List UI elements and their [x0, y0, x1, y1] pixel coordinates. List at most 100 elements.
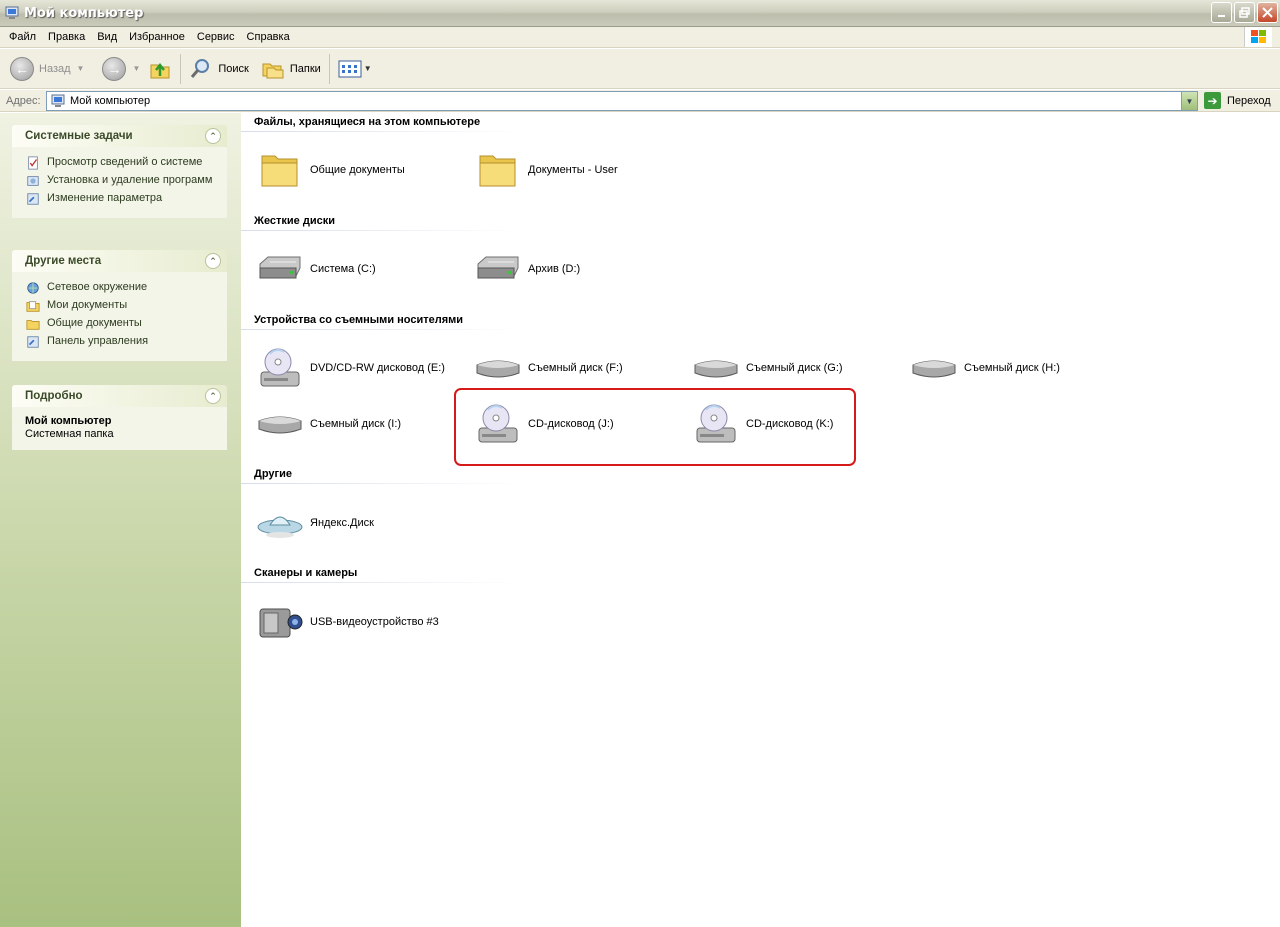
hard-drive-icon: [256, 245, 304, 293]
search-icon: [191, 58, 210, 78]
item-drive-d[interactable]: Архив (D:): [474, 245, 580, 293]
up-folder-button[interactable]: [144, 52, 176, 86]
place-label: Мои документы: [47, 299, 128, 311]
item-drive-e[interactable]: DVD/CD-RW дисковод (E:): [256, 344, 445, 392]
details-type: Системная папка: [25, 428, 114, 440]
removable-disk-icon: [256, 400, 304, 448]
item-label: Система (C:): [310, 263, 376, 275]
item-label: Съемный диск (F:): [528, 362, 623, 374]
place-network[interactable]: Сетевое окружение: [25, 281, 217, 295]
group-header-scanners: Сканеры и камеры: [254, 567, 358, 579]
collapse-icon[interactable]: ⌃: [205, 388, 221, 404]
network-icon: [27, 282, 39, 294]
item-shared-documents[interactable]: Общие документы: [256, 146, 405, 194]
add-remove-programs-icon: [27, 176, 39, 186]
place-control-panel[interactable]: Панель управления: [25, 335, 217, 349]
folder-icon: [474, 146, 522, 194]
place-shared-documents[interactable]: Общие документы: [25, 317, 217, 331]
group-divider: [241, 483, 521, 484]
my-computer-small-icon: [51, 94, 65, 107]
go-button[interactable]: ➔ Переход: [1204, 92, 1271, 109]
menu-edit[interactable]: Правка: [42, 27, 91, 48]
other-places-title: Другие места: [25, 255, 102, 267]
group-header-other: Другие: [254, 468, 292, 480]
place-label: Общие документы: [47, 317, 142, 329]
group-header-removable: Устройства со съемными носителями: [254, 314, 464, 326]
item-drive-c[interactable]: Система (C:): [256, 245, 376, 293]
toolbar: ← Назад ▼ → ▼ Поиск Папки ▼: [0, 49, 1280, 89]
details-panel: Подробно ⌃ Мой компьютер Системная папка: [12, 385, 227, 450]
search-button[interactable]: Поиск: [185, 52, 252, 86]
menu-help[interactable]: Справка: [241, 27, 296, 48]
removable-disk-icon: [910, 344, 958, 392]
close-button[interactable]: [1257, 2, 1278, 23]
address-input[interactable]: Мой компьютер ▼: [46, 91, 1198, 111]
item-user-documents[interactable]: Документы - User: [474, 146, 618, 194]
menu-file[interactable]: Файл: [0, 27, 42, 48]
my-documents-icon: [26, 301, 40, 312]
group-header-hard-disks: Жесткие диски: [254, 215, 335, 227]
address-value: Мой компьютер: [70, 95, 151, 107]
item-label: Съемный диск (G:): [746, 362, 843, 374]
task-view-system-info[interactable]: Просмотр сведений о системе: [25, 156, 217, 170]
item-label: DVD/CD-RW дисковод (E:): [310, 362, 445, 374]
title-bar[interactable]: Мой компьютер: [0, 0, 1280, 27]
item-usb-video[interactable]: USB-видеоустройство #3: [256, 598, 439, 646]
task-label: Изменение параметра: [47, 192, 163, 204]
forward-button[interactable]: → ▼: [98, 52, 144, 86]
collapse-icon[interactable]: ⌃: [205, 253, 221, 269]
my-computer-icon: [5, 6, 19, 19]
place-label: Сетевое окружение: [47, 281, 148, 293]
task-label: Установка и удаление программ: [47, 174, 213, 186]
group-header-files: Файлы, хранящиеся на этом компьютере: [254, 116, 481, 128]
group-divider: [241, 131, 521, 132]
details-header[interactable]: Подробно ⌃: [12, 385, 227, 407]
collapse-icon[interactable]: ⌃: [205, 128, 221, 144]
close-icon: [1262, 7, 1273, 18]
details-name: Мой компьютер: [25, 415, 112, 427]
item-yandex-disk[interactable]: Яндекс.Диск: [256, 499, 374, 547]
back-dropdown-icon[interactable]: ▼: [77, 64, 85, 73]
item-label: Съемный диск (H:): [964, 362, 1060, 374]
item-drive-i[interactable]: Съемный диск (I:): [256, 400, 401, 448]
back-button[interactable]: ← Назад ▼: [6, 52, 88, 86]
forward-dropdown-icon[interactable]: ▼: [132, 64, 140, 73]
go-arrow-icon: ➔: [1204, 92, 1221, 109]
menu-tools[interactable]: Сервис: [191, 27, 241, 48]
system-tasks-header[interactable]: Системные задачи ⌃: [12, 125, 227, 147]
up-folder-icon: [150, 62, 170, 78]
video-camera-icon: [256, 598, 304, 646]
task-change-setting[interactable]: Изменение параметра: [25, 192, 217, 206]
removable-disk-icon: [692, 344, 740, 392]
folder-icon: [26, 320, 40, 330]
menu-view[interactable]: Вид: [91, 27, 123, 48]
maximize-button[interactable]: [1234, 2, 1255, 23]
control-panel-icon: [27, 193, 39, 205]
menu-bar: Файл Правка Вид Избранное Сервис Справка: [0, 27, 1280, 48]
group-divider: [241, 582, 521, 583]
group-divider: [241, 329, 521, 330]
folders-button[interactable]: Папки: [257, 52, 325, 86]
item-label: Общие документы: [310, 164, 405, 176]
views-dropdown-icon[interactable]: ▼: [364, 64, 372, 73]
menu-favorites[interactable]: Избранное: [123, 27, 191, 48]
place-my-documents[interactable]: Мои документы: [25, 299, 217, 313]
toolbar-separator: [328, 53, 330, 84]
other-places-header[interactable]: Другие места ⌃: [12, 250, 227, 272]
back-label: Назад: [39, 62, 71, 75]
address-label: Адрес:: [6, 94, 41, 107]
item-drive-f[interactable]: Съемный диск (F:): [474, 344, 623, 392]
item-drive-h[interactable]: Съемный диск (H:): [910, 344, 1060, 392]
address-dropdown-icon[interactable]: ▼: [1181, 92, 1197, 110]
file-view: Файлы, хранящиеся на этом компьютере Общ…: [241, 113, 1280, 927]
hard-drive-icon: [474, 245, 522, 293]
views-button[interactable]: ▼: [334, 52, 376, 86]
dvd-drive-icon: [256, 344, 304, 392]
folders-label: Папки: [289, 62, 321, 75]
search-label: Поиск: [218, 62, 249, 75]
minimize-button[interactable]: [1211, 2, 1232, 23]
item-drive-g[interactable]: Съемный диск (G:): [692, 344, 843, 392]
other-places-panel: Другие места ⌃ Сетевое окружение Мои док…: [12, 250, 227, 361]
item-label: Архив (D:): [528, 263, 581, 275]
task-add-remove-programs[interactable]: Установка и удаление программ: [25, 174, 217, 188]
